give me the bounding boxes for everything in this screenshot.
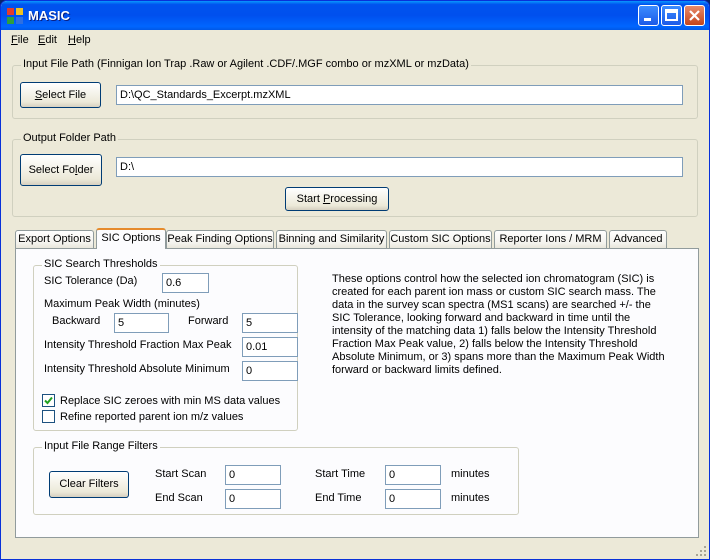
checkmark-icon (44, 396, 53, 405)
start-time-field[interactable] (385, 465, 441, 485)
max-peak-width-label: Maximum Peak Width (minutes) (44, 298, 200, 310)
input-file-group-label: Input File Path (Finnigan Ion Trap .Raw … (21, 58, 471, 70)
backward-field[interactable] (114, 313, 169, 333)
maximize-icon (665, 9, 678, 21)
range-filters-group-label: Input File Range Filters (42, 440, 160, 452)
start-scan-label: Start Scan (155, 468, 207, 480)
menu-file[interactable]: File (11, 34, 29, 46)
replace-zeroes-checkbox[interactable] (42, 394, 55, 407)
forward-label: Forward (188, 315, 229, 327)
output-folder-group-label: Output Folder Path (21, 132, 118, 144)
minimize-button[interactable] (638, 5, 659, 26)
start-time-units-label: minutes (451, 468, 490, 480)
refine-mz-checkbox[interactable] (42, 410, 55, 423)
output-folder-path-field[interactable] (116, 157, 683, 177)
sic-description-text: These options control how the selected i… (332, 273, 665, 376)
clear-filters-button[interactable]: Clear Filters (49, 471, 129, 498)
select-file-button[interactable]: Select File (20, 82, 101, 108)
intensity-absolute-field[interactable] (242, 361, 298, 381)
intensity-fraction-label: Intensity Threshold Fraction Max Peak (44, 339, 232, 351)
end-scan-field[interactable] (225, 489, 281, 509)
tab-advanced[interactable]: Advanced (609, 230, 667, 248)
tab-binning-and-similarity[interactable]: Binning and Similarity (276, 230, 387, 248)
replace-zeroes-label[interactable]: Replace SIC zeroes with min MS data valu… (60, 395, 280, 407)
menu-bar: File Edit Help (1, 30, 709, 50)
close-button[interactable] (684, 5, 705, 26)
sic-options-panel: SIC Search Thresholds SIC Tolerance (Da)… (15, 248, 699, 538)
input-file-path-field[interactable] (116, 85, 683, 105)
menu-help[interactable]: Help (68, 34, 91, 46)
end-time-label: End Time (315, 492, 362, 504)
menu-edit[interactable]: Edit (38, 34, 57, 46)
resize-grip-icon[interactable] (695, 545, 707, 557)
tab-custom-sic-options[interactable]: Custom SIC Options (389, 230, 492, 248)
refine-mz-label[interactable]: Refine reported parent ion m/z values (60, 411, 243, 423)
forward-field[interactable] (242, 313, 298, 333)
app-icon (7, 8, 23, 24)
end-time-field[interactable] (385, 489, 441, 509)
sic-thresholds-group-label: SIC Search Thresholds (42, 258, 160, 270)
minimize-icon (644, 18, 651, 21)
tab-reporter-ions-mrm[interactable]: Reporter Ions / MRM (494, 230, 607, 248)
maximize-button[interactable] (661, 5, 682, 26)
start-processing-button[interactable]: Start Processing (285, 187, 389, 211)
sic-tolerance-label: SIC Tolerance (Da) (44, 275, 138, 287)
tab-export-options[interactable]: Export Options (15, 230, 94, 248)
tab-sic-options[interactable]: SIC Options (96, 228, 166, 249)
start-scan-field[interactable] (225, 465, 281, 485)
intensity-fraction-field[interactable] (242, 337, 298, 357)
intensity-absolute-label: Intensity Threshold Absolute Minimum (44, 363, 230, 375)
select-folder-button[interactable]: Select Folder (20, 154, 102, 186)
title-bar[interactable]: MASIC (1, 1, 709, 30)
end-time-units-label: minutes (451, 492, 490, 504)
window-title: MASIC (28, 8, 70, 23)
tab-peak-finding-options[interactable]: Peak Finding Options (166, 230, 274, 248)
close-icon (689, 10, 700, 21)
masic-window: MASIC File Edit Help Input File Path (Fi… (0, 0, 710, 560)
backward-label: Backward (52, 315, 101, 327)
sic-tolerance-field[interactable] (162, 273, 209, 293)
end-scan-label: End Scan (155, 492, 203, 504)
start-time-label: Start Time (315, 468, 366, 480)
